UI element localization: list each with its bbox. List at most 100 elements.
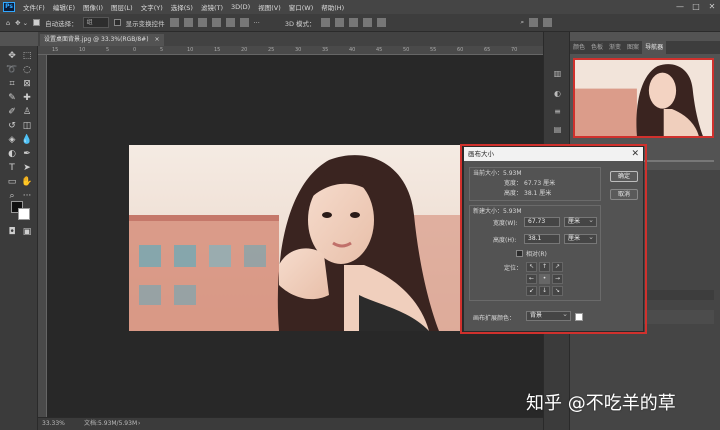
navigator-thumbnail[interactable] bbox=[573, 58, 714, 138]
background-color-swatch[interactable] bbox=[18, 208, 30, 220]
crop-tool-icon[interactable]: ⌗ bbox=[6, 78, 18, 90]
width-input[interactable]: 67.73 bbox=[524, 217, 560, 227]
tab-patterns[interactable]: 图案 bbox=[624, 41, 642, 54]
history-brush-icon[interactable]: ↺ bbox=[6, 120, 18, 132]
quick-mask-icon[interactable]: ◘ bbox=[6, 226, 18, 238]
brush-tool-icon[interactable]: ✐ bbox=[6, 106, 18, 118]
anchor-top[interactable]: ↑ bbox=[539, 262, 550, 272]
lasso-tool-icon[interactable]: ➰ bbox=[6, 64, 18, 76]
anchor-top-right[interactable]: ↗ bbox=[552, 262, 563, 272]
quick-select-icon[interactable]: ◌ bbox=[21, 64, 33, 76]
3d-pan-icon[interactable] bbox=[348, 18, 358, 27]
properties-icon[interactable]: ≡ bbox=[552, 106, 563, 117]
ruler-tick-label: 10 bbox=[79, 47, 86, 53]
menu-view[interactable]: 视图(V) bbox=[254, 2, 285, 12]
document-tab[interactable]: 设置桌面背景.jpg @ 33.3%(RGB/8#) × bbox=[40, 34, 164, 46]
dialog-close-icon[interactable]: ✕ bbox=[631, 147, 639, 161]
auto-select-checkbox[interactable] bbox=[33, 19, 41, 26]
eraser-icon[interactable]: ◫ bbox=[21, 120, 33, 132]
3d-rotate-icon[interactable] bbox=[320, 18, 330, 27]
auto-select-dropdown[interactable]: 组 bbox=[82, 17, 109, 28]
type-tool-icon[interactable]: T bbox=[6, 162, 18, 174]
minimize-button[interactable]: — bbox=[672, 0, 688, 14]
document-tab-bar: 设置桌面背景.jpg @ 33.3%(RGB/8#) × bbox=[38, 32, 543, 46]
move-tool-icon[interactable]: ✥ ⌄ bbox=[15, 19, 28, 27]
zoom-level[interactable]: 33.33% bbox=[42, 418, 65, 430]
maximize-button[interactable]: □ bbox=[688, 0, 704, 14]
align-middle-icon[interactable] bbox=[225, 18, 235, 27]
dodge-tool-icon[interactable]: ◐ bbox=[6, 148, 18, 160]
close-tab-icon[interactable]: × bbox=[154, 36, 159, 43]
anchor-center[interactable]: • bbox=[539, 274, 550, 284]
relative-checkbox[interactable] bbox=[516, 250, 523, 257]
menu-select[interactable]: 选择(S) bbox=[167, 2, 197, 12]
show-transform-checkbox[interactable] bbox=[113, 19, 121, 26]
screen-mode-icon[interactable]: ▣ bbox=[21, 226, 33, 238]
tab-color[interactable]: 颜色 bbox=[570, 41, 588, 54]
menu-file[interactable]: 文件(F) bbox=[19, 2, 49, 12]
anchor-bottom-right[interactable]: ↘ bbox=[552, 286, 563, 296]
move-tool-icon[interactable]: ✥ bbox=[6, 50, 18, 62]
menu-3d[interactable]: 3D(D) bbox=[227, 3, 254, 11]
align-center-icon[interactable] bbox=[183, 18, 193, 27]
menu-filter[interactable]: 滤镜(T) bbox=[197, 2, 227, 12]
hand-tool-icon[interactable]: ✋ bbox=[21, 176, 33, 188]
anchor-right[interactable]: → bbox=[552, 274, 563, 284]
home-icon[interactable]: ⌂ bbox=[6, 19, 10, 27]
frame-tool-icon[interactable]: ⊠ bbox=[21, 78, 33, 90]
ruler-tick-label: 0 bbox=[133, 47, 137, 53]
3d-slide-icon[interactable] bbox=[362, 18, 372, 27]
blur-tool-icon[interactable]: 💧 bbox=[21, 134, 33, 146]
workspace-icon[interactable] bbox=[529, 18, 539, 27]
menu-window[interactable]: 窗口(W) bbox=[285, 2, 318, 12]
more-options-icon[interactable]: ··· bbox=[254, 19, 260, 27]
anchor-bottom-left[interactable]: ↙ bbox=[526, 286, 537, 296]
anchor-bottom[interactable]: ↓ bbox=[539, 286, 550, 296]
extension-color-select[interactable]: 背景 bbox=[526, 310, 571, 321]
libraries-icon[interactable]: ▤ bbox=[552, 124, 563, 135]
tab-gradients[interactable]: 渐变 bbox=[606, 41, 624, 54]
stamp-tool-icon[interactable]: ♙ bbox=[21, 106, 33, 118]
pen-tool-icon[interactable]: ✒ bbox=[21, 148, 33, 160]
menu-layer[interactable]: 图层(L) bbox=[107, 2, 137, 12]
anchor-top-left[interactable]: ↖ bbox=[526, 262, 537, 272]
document-photo[interactable] bbox=[129, 145, 461, 331]
current-height-label: 高度： bbox=[504, 190, 523, 197]
close-window-button[interactable]: ✕ bbox=[704, 0, 720, 14]
align-right-icon[interactable] bbox=[197, 18, 207, 27]
histogram-icon[interactable]: ▥ bbox=[552, 68, 563, 79]
adjustments-icon[interactable]: ◐ bbox=[552, 88, 563, 99]
3d-roll-icon[interactable] bbox=[334, 18, 344, 27]
width-unit-select[interactable]: 厘米 bbox=[564, 216, 597, 227]
menu-type[interactable]: 文字(Y) bbox=[137, 2, 167, 12]
healing-brush-icon[interactable]: ✚ bbox=[21, 92, 33, 104]
menu-edit[interactable]: 编辑(E) bbox=[49, 2, 79, 12]
dialog-title-bar[interactable]: 画布大小 bbox=[464, 147, 643, 161]
vertical-ruler bbox=[38, 55, 47, 420]
align-bottom-icon[interactable] bbox=[239, 18, 249, 27]
ok-button[interactable]: 确定 bbox=[610, 171, 638, 182]
height-input[interactable]: 38.1 bbox=[524, 234, 560, 244]
search-icon[interactable]: ⌕ bbox=[521, 18, 525, 27]
path-select-icon[interactable]: ➤ bbox=[21, 162, 33, 174]
paint-bucket-icon[interactable]: ◈ bbox=[6, 134, 18, 146]
menu-help[interactable]: 帮助(H) bbox=[317, 2, 348, 12]
status-menu-icon[interactable]: › bbox=[138, 418, 140, 430]
ruler-tick-label: 15 bbox=[52, 47, 59, 53]
align-left-icon[interactable] bbox=[169, 18, 179, 27]
align-top-icon[interactable] bbox=[211, 18, 221, 27]
eyedropper-icon[interactable]: ✎ bbox=[6, 92, 18, 104]
menu-image[interactable]: 图像(I) bbox=[79, 2, 107, 12]
marquee-tool-icon[interactable]: ⬚ bbox=[21, 50, 33, 62]
document-size: 文档:5.93M/5.93M bbox=[84, 420, 138, 427]
tab-navigator[interactable]: 导航器 bbox=[642, 41, 667, 54]
anchor-label: 定位： bbox=[504, 265, 523, 272]
height-unit-select[interactable]: 厘米 bbox=[564, 233, 597, 244]
tab-swatches[interactable]: 色板 bbox=[588, 41, 606, 54]
extension-color-swatch[interactable] bbox=[575, 313, 583, 321]
3d-scale-icon[interactable] bbox=[376, 18, 386, 27]
cancel-button[interactable]: 取消 bbox=[610, 189, 638, 200]
rectangle-tool-icon[interactable]: ▭ bbox=[6, 176, 18, 188]
share-icon[interactable] bbox=[543, 18, 553, 27]
anchor-left[interactable]: ← bbox=[526, 274, 537, 284]
